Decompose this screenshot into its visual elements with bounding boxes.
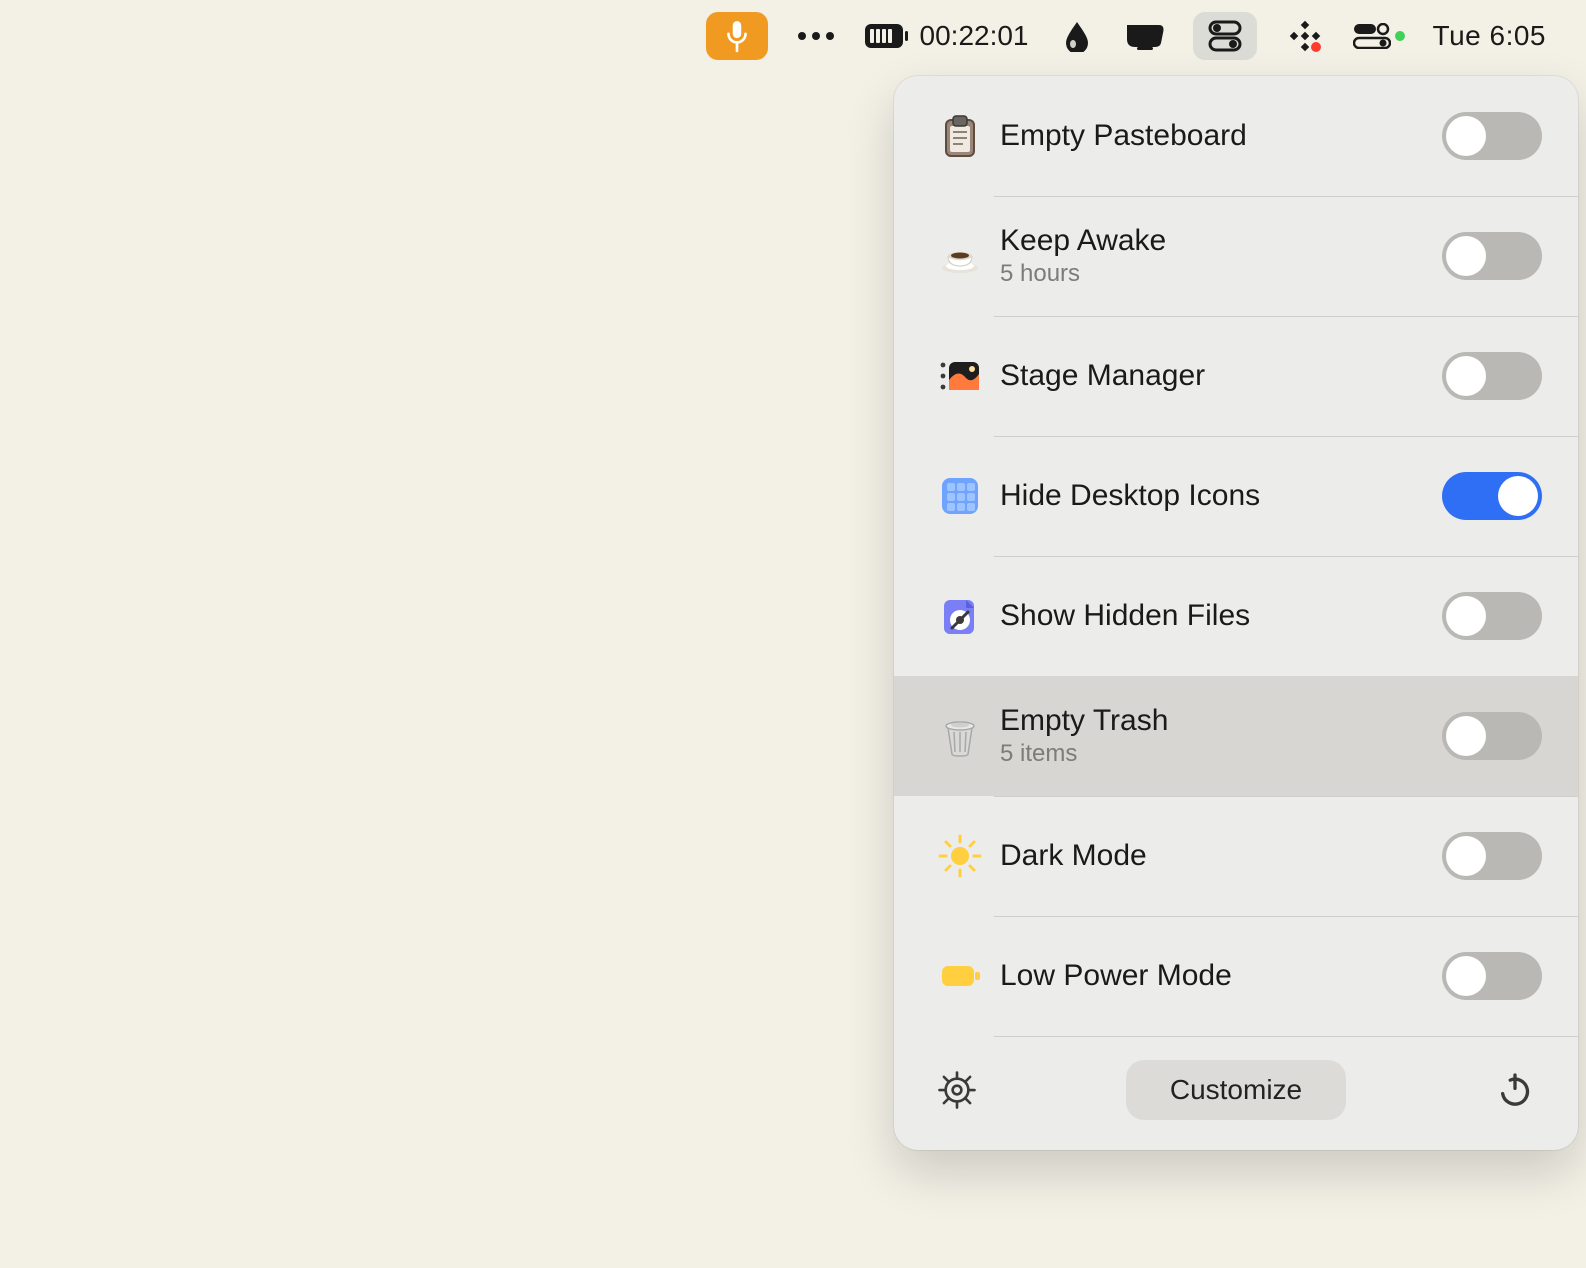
toggle-low-power-mode[interactable] (1442, 952, 1542, 1000)
row-stage-manager[interactable]: Stage Manager (894, 316, 1578, 436)
switches-panel: Empty Pasteboard Keep Awake 5 hours (894, 76, 1578, 1150)
recording-timer[interactable]: 00:22:01 (864, 12, 1029, 60)
toggle-empty-pasteboard[interactable] (1442, 112, 1542, 160)
menubar-control-center[interactable] (1353, 12, 1405, 60)
toggle-show-hidden-files[interactable] (1442, 592, 1542, 640)
customize-label: Customize (1170, 1074, 1302, 1105)
switches-app-icon (1207, 18, 1243, 54)
row-title: Empty Trash (1000, 704, 1442, 738)
toggle-dark-mode[interactable] (1442, 832, 1542, 880)
row-empty-trash[interactable]: Empty Trash 5 items (894, 676, 1578, 796)
battery-level-icon (864, 23, 908, 49)
customize-button[interactable]: Customize (1126, 1060, 1346, 1120)
stage-manager-icon (930, 352, 990, 400)
menubar-grid-app[interactable] (1285, 12, 1325, 60)
sun-icon (930, 832, 990, 880)
display-icon (1125, 21, 1165, 51)
row-subtitle: 5 hours (1000, 260, 1442, 288)
gear-icon (936, 1069, 978, 1111)
toggle-stage-manager[interactable] (1442, 352, 1542, 400)
menubar-clock[interactable]: Tue 6:05 (1433, 12, 1546, 60)
row-title: Show Hidden Files (1000, 599, 1442, 633)
row-title: Hide Desktop Icons (1000, 479, 1442, 513)
menubar-droplet[interactable] (1057, 12, 1097, 60)
diamond-grid-icon (1289, 20, 1321, 52)
menubar: 00:22:01 (0, 0, 1586, 72)
row-title: Empty Pasteboard (1000, 119, 1442, 153)
toggle-hide-desktop-icons[interactable] (1442, 472, 1542, 520)
row-title: Dark Mode (1000, 839, 1442, 873)
status-dot-icon (1395, 31, 1405, 41)
droplet-icon (1064, 20, 1090, 52)
clock-text: Tue 6:05 (1433, 20, 1546, 52)
toggle-empty-trash[interactable] (1442, 712, 1542, 760)
menubar-onesw-app[interactable] (1193, 12, 1257, 60)
row-low-power-mode[interactable]: Low Power Mode (894, 916, 1578, 1036)
battery-icon (930, 952, 990, 1000)
power-icon (1495, 1070, 1535, 1110)
hidden-files-icon (930, 592, 990, 640)
row-subtitle: 5 items (1000, 740, 1442, 768)
power-button[interactable] (1492, 1067, 1538, 1113)
coffee-cup-icon (930, 232, 990, 280)
row-hide-desktop-icons[interactable]: Hide Desktop Icons (894, 436, 1578, 556)
ellipsis-icon (796, 30, 836, 42)
row-empty-pasteboard[interactable]: Empty Pasteboard (894, 76, 1578, 196)
row-title: Keep Awake (1000, 224, 1442, 258)
row-keep-awake[interactable]: Keep Awake 5 hours (894, 196, 1578, 316)
control-center-icon (1353, 23, 1391, 49)
toggle-keep-awake[interactable] (1442, 232, 1542, 280)
timer-text: 00:22:01 (920, 20, 1029, 52)
microphone-icon (724, 19, 750, 53)
row-title: Stage Manager (1000, 359, 1442, 393)
row-title: Low Power Mode (1000, 959, 1442, 993)
row-show-hidden-files[interactable]: Show Hidden Files (894, 556, 1578, 676)
overflow-menu-icon[interactable] (796, 12, 836, 60)
trash-icon (930, 712, 990, 760)
mic-recording-indicator[interactable] (706, 12, 768, 60)
menubar-display[interactable] (1125, 12, 1165, 60)
panel-footer: Customize (894, 1036, 1578, 1150)
row-dark-mode[interactable]: Dark Mode (894, 796, 1578, 916)
desktop-grid-icon (930, 472, 990, 520)
settings-button[interactable] (934, 1067, 980, 1113)
clipboard-icon (930, 112, 990, 160)
